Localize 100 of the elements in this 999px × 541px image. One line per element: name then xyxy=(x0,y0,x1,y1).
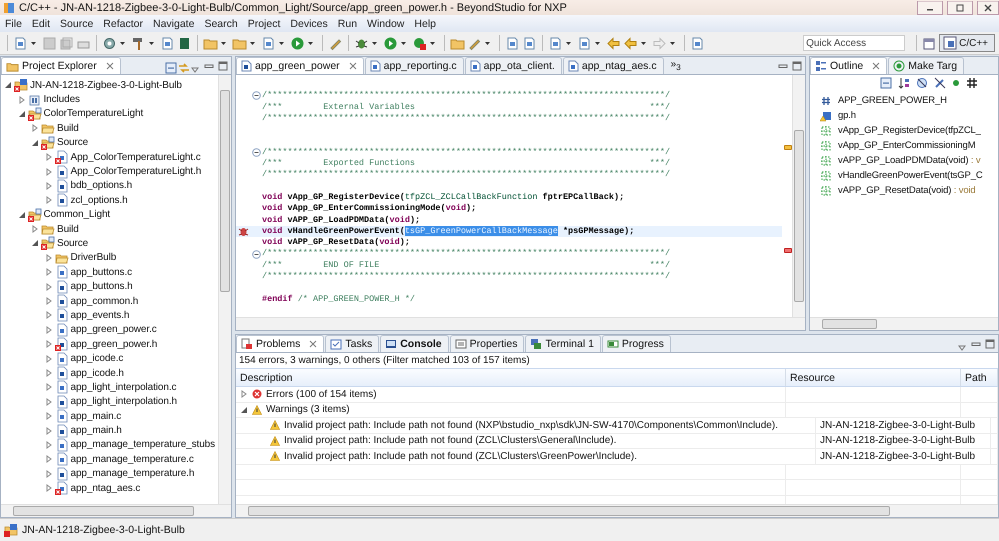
restore-button[interactable] xyxy=(947,0,973,14)
expander-icon[interactable] xyxy=(31,138,39,147)
outline-item[interactable]: vAPP_GP_ResetData(void) : void xyxy=(838,185,976,196)
panel-tab[interactable]: Progress xyxy=(602,335,671,352)
tree-item[interactable]: app_events.h xyxy=(70,310,130,321)
tree-item[interactable]: app_green_power.c xyxy=(70,324,157,336)
view-menu-icon[interactable] xyxy=(958,344,966,352)
expander-icon[interactable] xyxy=(44,455,52,464)
open-perspective-icon[interactable] xyxy=(922,36,938,50)
fold-icon[interactable] xyxy=(252,91,261,100)
expander-icon[interactable] xyxy=(4,81,12,90)
expander-icon[interactable] xyxy=(44,254,52,262)
sort-icon[interactable] xyxy=(898,77,910,89)
collapse-all-icon[interactable] xyxy=(880,77,892,89)
tree-item[interactable]: Source xyxy=(57,137,88,148)
tree-item[interactable]: DriverBulb xyxy=(70,252,116,264)
outline-item[interactable]: gp.h xyxy=(838,110,856,121)
tree-item[interactable]: Build xyxy=(57,224,79,235)
minimize-icon[interactable] xyxy=(204,62,214,70)
expander-icon[interactable] xyxy=(44,196,52,204)
vertical-scrollbar[interactable] xyxy=(792,75,805,317)
maximize-icon[interactable] xyxy=(985,338,995,348)
tree-item[interactable]: app_main.c xyxy=(70,410,122,422)
tree-item[interactable]: App_ColorTemperatureLight.c xyxy=(70,152,201,163)
expander-icon[interactable] xyxy=(44,412,52,420)
perspective-button[interactable]: C/C++ xyxy=(939,34,995,52)
close-icon[interactable] xyxy=(106,62,114,70)
menu-item[interactable]: Edit xyxy=(26,18,56,30)
column-header[interactable]: Resource xyxy=(786,369,961,386)
expander-icon[interactable] xyxy=(44,484,52,492)
outline-item[interactable]: vApp_GP_EnterCommissioningM xyxy=(838,140,976,151)
tree-item[interactable]: Build xyxy=(57,122,79,134)
menu-item[interactable]: Refactor xyxy=(98,18,148,30)
editor-tab[interactable]: app_ota_client. xyxy=(464,57,562,74)
fold-icon[interactable] xyxy=(252,250,261,259)
expander-icon[interactable] xyxy=(44,182,52,190)
document-icon[interactable] xyxy=(261,36,276,50)
tree-item[interactable]: app_ntag_aes.c xyxy=(70,482,140,494)
menu-item[interactable]: Project xyxy=(242,18,286,30)
filter-icon[interactable] xyxy=(916,77,928,89)
problem-description[interactable]: Invalid project path: Include path not found (ZCL\Clusters\General\Include). xyxy=(284,435,616,446)
quick-access-field[interactable]: Quick Access xyxy=(803,35,906,51)
document-icon[interactable] xyxy=(690,36,705,50)
tree-item[interactable]: app_icode.h xyxy=(70,368,124,378)
expander-icon[interactable] xyxy=(44,470,52,478)
run-icon[interactable] xyxy=(290,36,305,50)
dot-icon[interactable] xyxy=(952,79,960,87)
tree-item[interactable]: bdb_options.h xyxy=(70,180,132,192)
maximize-icon[interactable] xyxy=(218,60,228,70)
outline-item[interactable]: APP_GREEN_POWER_H xyxy=(838,95,947,106)
tree-item[interactable]: app_buttons.h xyxy=(70,281,133,292)
panel-tab[interactable]: Project Explorer xyxy=(1,57,121,74)
tree-item[interactable]: Common_Light xyxy=(44,209,110,220)
tree-item[interactable]: app_manage_temperature.c xyxy=(70,454,194,465)
problem-description[interactable]: Invalid project path: Include path not found (NXP\bstudio_nxp\sdk\JN-SW-4170\Components\Common\Include). xyxy=(284,420,778,431)
expander-icon[interactable] xyxy=(44,268,52,276)
close-icon[interactable] xyxy=(309,340,318,348)
tree-item[interactable]: app_manage_temperature_stubs xyxy=(70,439,216,450)
expander-icon[interactable] xyxy=(44,426,52,435)
tree-item[interactable]: app_light_interpolation.c xyxy=(70,382,176,393)
arrow-left-icon[interactable] xyxy=(606,36,621,50)
expander-icon[interactable] xyxy=(44,297,52,306)
maximize-icon[interactable] xyxy=(792,60,802,70)
panel-tab[interactable]: Tasks xyxy=(325,335,380,352)
close-icon[interactable] xyxy=(348,62,357,70)
collapse-all-icon[interactable] xyxy=(165,62,177,74)
minimize-icon[interactable] xyxy=(778,62,788,70)
panel-tab[interactable]: Problems xyxy=(236,335,324,352)
problem-description[interactable]: Errors (100 of 154 items) xyxy=(266,388,377,400)
more-tabs-button[interactable]: »$_{3}$ xyxy=(664,59,687,72)
box-icon[interactable] xyxy=(177,36,192,50)
minimize-button[interactable] xyxy=(917,0,943,14)
close-button[interactable] xyxy=(977,0,999,14)
expander-icon[interactable] xyxy=(31,225,39,234)
tree-item[interactable]: Source xyxy=(57,238,88,249)
editor-tab[interactable]: app_ntag_aes.c xyxy=(562,57,664,74)
menu-item[interactable]: Source xyxy=(55,18,98,30)
outline-item[interactable]: vApp_GP_RegisterDevice(tfpZCL_ xyxy=(838,125,981,136)
tree-item[interactable]: app_light_interpolation.h xyxy=(70,396,177,408)
run-icon[interactable] xyxy=(383,36,398,50)
document-icon[interactable] xyxy=(160,36,175,50)
tree-item[interactable]: app_green_power.h xyxy=(70,338,158,350)
expander-icon[interactable] xyxy=(44,326,52,334)
panel-tab[interactable]: Console xyxy=(380,335,449,352)
hash-icon[interactable] xyxy=(966,77,978,89)
tree-item[interactable]: app_main.h xyxy=(70,425,122,436)
column-header[interactable]: Path xyxy=(961,369,998,386)
expander-icon[interactable] xyxy=(44,440,52,449)
document-icon[interactable] xyxy=(548,36,563,50)
minimize-icon[interactable] xyxy=(971,340,981,348)
column-header[interactable]: Description xyxy=(236,369,786,386)
tree-item[interactable]: Includes xyxy=(44,94,80,106)
menu-item[interactable]: Run xyxy=(332,18,362,30)
document-icon[interactable] xyxy=(13,36,28,50)
problem-description[interactable]: Warnings (3 items) xyxy=(266,404,350,416)
expander-icon[interactable] xyxy=(44,153,52,162)
expander-icon[interactable] xyxy=(44,383,52,392)
expander-icon[interactable] xyxy=(44,311,52,320)
expander-icon[interactable] xyxy=(18,210,26,219)
tree-item[interactable]: app_manage_temperature.h xyxy=(70,468,194,480)
